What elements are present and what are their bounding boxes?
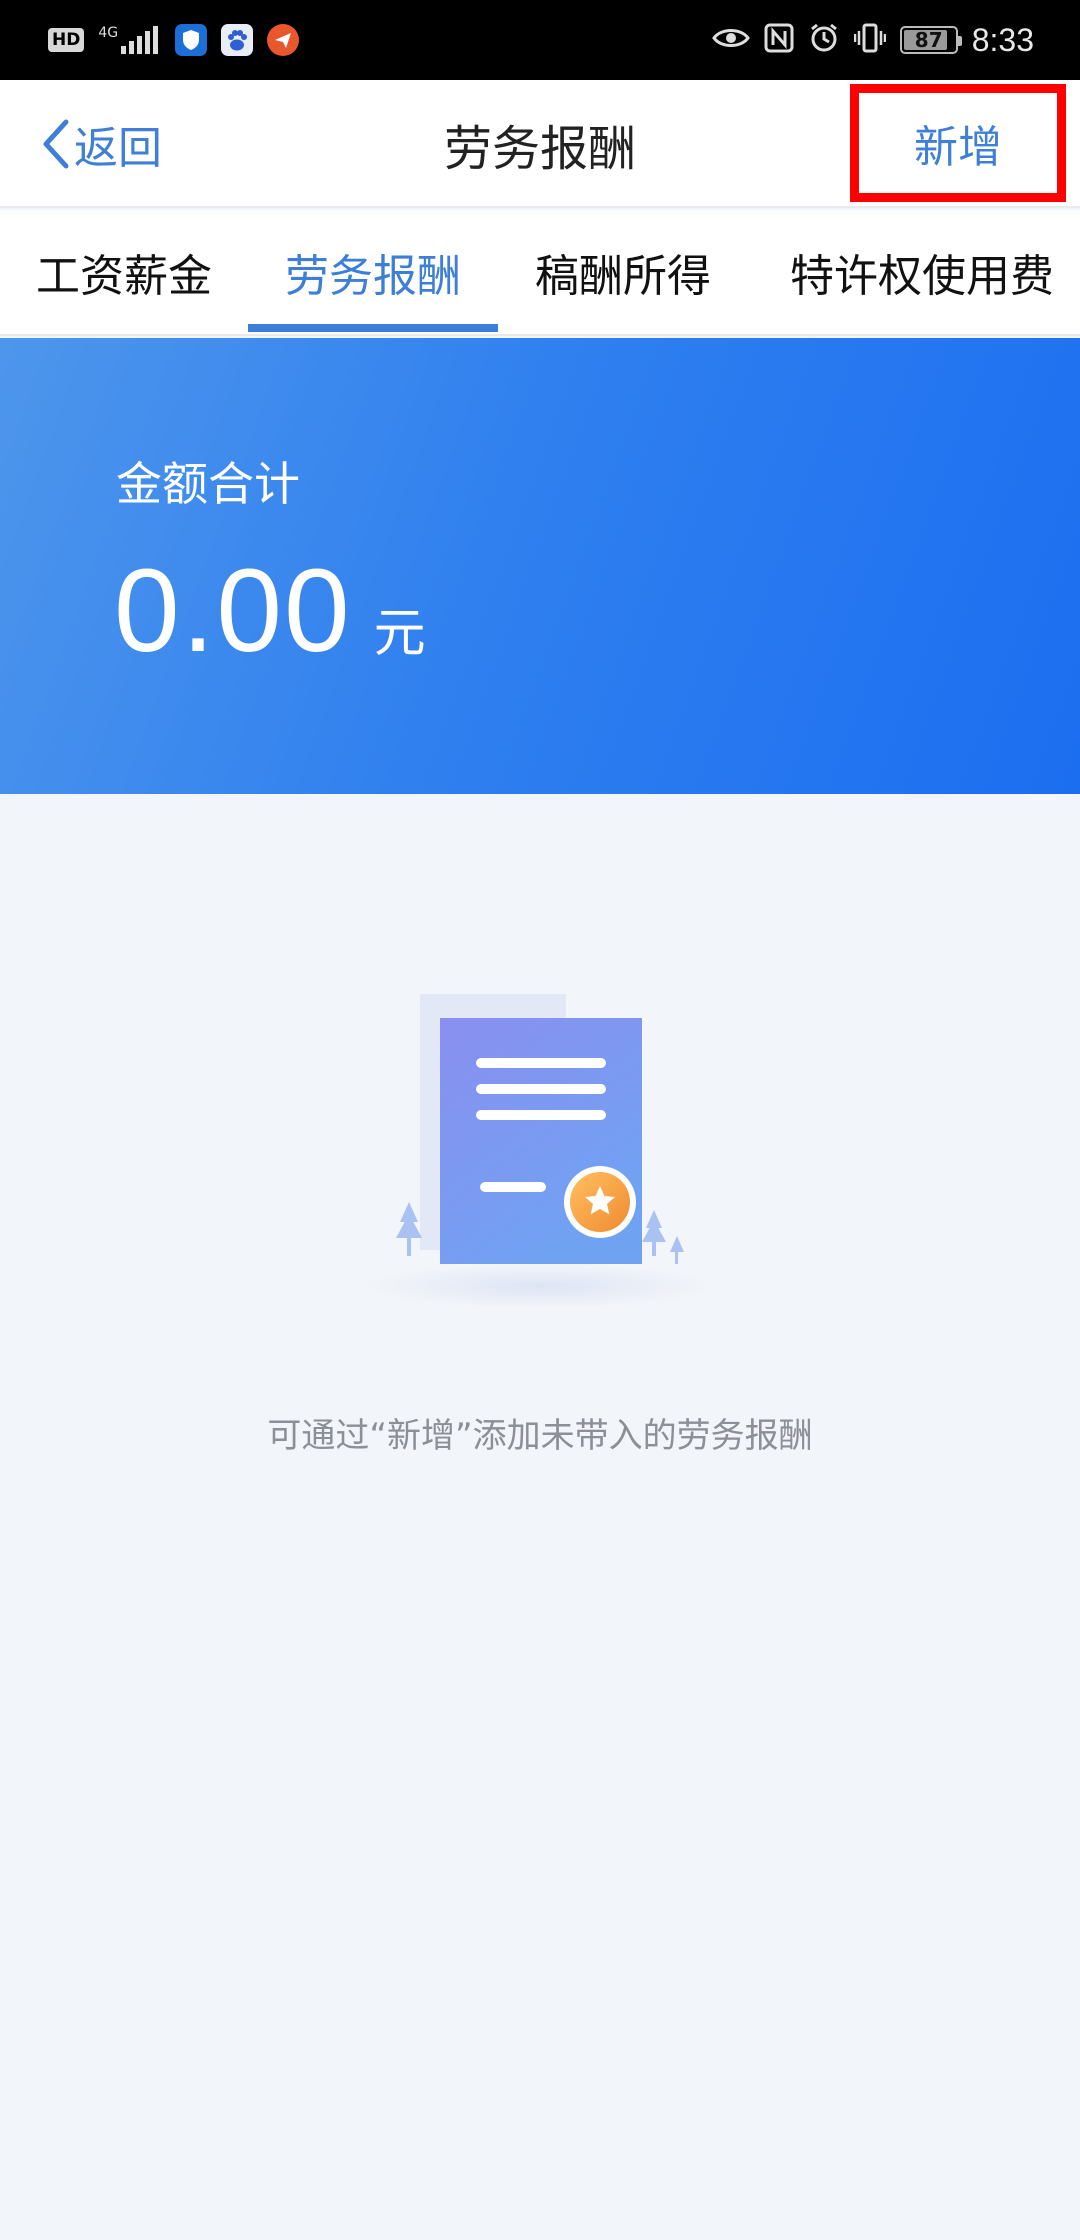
signal-icon: 4G — [98, 26, 161, 54]
add-button-label: 新增 — [914, 122, 1002, 173]
nfc-icon — [764, 23, 794, 57]
screen: HD 4G 87 8:33 返回 劳务报酬 新增 工资薪金 劳务报酬 稿酬所得 … — [0, 0, 1080, 2240]
battery-icon: 87 — [899, 26, 962, 54]
eye-icon — [711, 25, 750, 55]
battery-percent: 87 — [914, 28, 943, 52]
vibrate-icon — [853, 23, 886, 57]
currency-unit: 元 — [373, 604, 426, 664]
total-amount-banner: 金额合计 0.00 元 — [0, 338, 1080, 794]
tab-label: 稿酬所得 — [535, 251, 711, 302]
tab-royalties[interactable]: 特许权使用费 — [764, 210, 1080, 334]
shield-app-icon — [175, 24, 208, 56]
tab-labor-remuneration[interactable]: 劳务报酬 — [248, 210, 498, 334]
total-amount-value: 0.00 — [114, 545, 352, 677]
total-amount-label: 金额合计 — [116, 457, 300, 511]
status-bar: HD 4G 87 8:33 — [0, 0, 1080, 80]
empty-state-message: 可通过“新增”添加未带入的劳务报酬 — [267, 1416, 813, 1456]
document-certificate-illustration — [370, 994, 710, 1308]
total-amount: 0.00 元 — [114, 543, 426, 679]
add-button[interactable]: 新增 — [850, 84, 1066, 202]
tab-author-remuneration[interactable]: 稿酬所得 — [498, 210, 748, 334]
tab-label: 劳务报酬 — [285, 251, 461, 302]
active-tab-indicator — [248, 324, 498, 332]
paper-plane-app-icon — [267, 24, 300, 56]
tab-label: 特许权使用费 — [790, 251, 1054, 302]
alarm-icon — [808, 22, 840, 58]
network-type-label: 4G — [98, 25, 119, 41]
status-time: 8:33 — [971, 21, 1034, 58]
income-type-tabs: 工资薪金 劳务报酬 稿酬所得 特许权使用费 — [0, 210, 1080, 336]
tab-salary[interactable]: 工资薪金 — [0, 210, 248, 334]
baidu-app-icon — [221, 24, 254, 56]
hd-icon: HD — [48, 28, 85, 52]
tab-label: 工资薪金 — [36, 251, 212, 302]
